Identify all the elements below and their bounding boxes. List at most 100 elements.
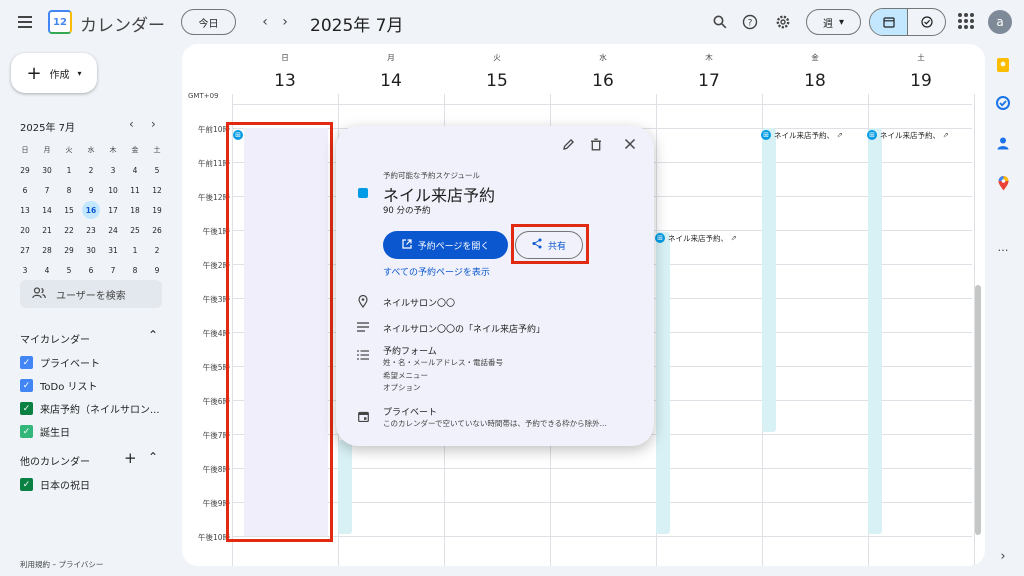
mini-day[interactable]: 2 xyxy=(146,240,168,260)
day-header[interactable]: 日 13 xyxy=(232,52,338,91)
mini-day[interactable]: 7 xyxy=(102,260,124,280)
expand-panel-icon[interactable]: › xyxy=(996,549,1010,564)
account-avatar[interactable]: a xyxy=(988,10,1012,34)
mini-day[interactable]: 13 xyxy=(14,200,36,220)
mini-day[interactable]: 5 xyxy=(58,260,80,280)
mini-day[interactable]: 29 xyxy=(14,160,36,180)
other-calendars-title[interactable]: 他のカレンダー xyxy=(20,453,90,468)
mini-day[interactable]: 1 xyxy=(124,240,146,260)
main-menu-icon[interactable] xyxy=(14,11,36,33)
delete-trash-icon[interactable] xyxy=(590,138,602,155)
create-button[interactable]: + 作成 ▾ xyxy=(11,53,97,93)
appointment-schedule-chip[interactable]: ⊞ネイル来店予約、⬀ xyxy=(761,128,859,142)
more-options-icon[interactable]: … xyxy=(996,240,1010,254)
calendar-list-item[interactable]: ✓ 来店予約（ネイルサロン... xyxy=(20,401,160,416)
apps-grid-icon[interactable] xyxy=(958,13,974,29)
search-icon[interactable] xyxy=(710,12,730,32)
mini-day[interactable]: 5 xyxy=(146,160,168,180)
calendar-tasks-toggle[interactable] xyxy=(869,8,946,36)
calendar-logo[interactable]: 12 xyxy=(48,10,72,34)
chevron-up-icon[interactable]: ⌃ xyxy=(148,450,158,464)
all-booking-pages-link[interactable]: すべての予約ページを表示 xyxy=(383,265,490,278)
mini-next-month-button[interactable]: › xyxy=(151,117,156,131)
mini-day[interactable]: 8 xyxy=(58,180,80,200)
mini-day[interactable]: 30 xyxy=(36,160,58,180)
mini-day[interactable]: 20 xyxy=(14,220,36,240)
mini-day[interactable]: 1 xyxy=(58,160,80,180)
settings-gear-icon[interactable] xyxy=(773,12,793,32)
mini-day[interactable]: 19 xyxy=(146,200,168,220)
checkbox-checked-icon[interactable]: ✓ xyxy=(20,379,33,392)
mini-day[interactable]: 29 xyxy=(58,240,80,260)
day-header[interactable]: 火 15 xyxy=(444,52,550,91)
calendar-list-item[interactable]: ✓ ToDo リスト xyxy=(20,378,98,393)
day-number[interactable]: 14 xyxy=(338,71,444,91)
mini-day[interactable]: 14 xyxy=(36,200,58,220)
day-number[interactable]: 18 xyxy=(762,71,868,91)
day-number[interactable]: 17 xyxy=(656,71,762,91)
appointment-schedule-chip[interactable]: ⊞ネイル来店予約、⬀ xyxy=(867,128,967,142)
day-header[interactable]: 土 19 xyxy=(868,52,974,91)
bookable-slot-band[interactable] xyxy=(656,232,670,534)
view-selector[interactable]: 週 ▾ xyxy=(806,9,861,35)
mini-day[interactable]: 25 xyxy=(124,220,146,240)
appointment-schedule-chip[interactable]: ⊞ネイル来店予約、⬀ xyxy=(655,231,753,245)
today-button[interactable]: 今日 xyxy=(181,9,236,35)
open-booking-page-button[interactable]: 予約ページを開く xyxy=(383,231,508,259)
people-search-button[interactable]: ユーザーを検索 xyxy=(20,280,162,308)
mini-day[interactable]: 3 xyxy=(102,160,124,180)
keep-notes-icon[interactable] xyxy=(996,58,1010,72)
checkbox-checked-icon[interactable]: ✓ xyxy=(20,425,33,438)
mini-day[interactable]: 16 xyxy=(82,201,100,219)
mini-day[interactable]: 11 xyxy=(124,180,146,200)
help-icon[interactable]: ? xyxy=(740,12,760,32)
terms-privacy-links[interactable]: 利用規約 – プライバシー xyxy=(20,559,103,570)
contacts-icon[interactable] xyxy=(996,136,1010,150)
mini-day[interactable]: 24 xyxy=(102,220,124,240)
vertical-scrollbar[interactable] xyxy=(975,285,981,535)
mini-day[interactable]: 9 xyxy=(146,260,168,280)
prev-week-button[interactable]: ‹ xyxy=(256,12,274,32)
mini-day[interactable]: 22 xyxy=(58,220,80,240)
day-header[interactable]: 木 17 xyxy=(656,52,762,91)
tasks-icon[interactable] xyxy=(996,96,1010,110)
mini-day[interactable]: 28 xyxy=(36,240,58,260)
bookable-slot-band[interactable] xyxy=(762,128,776,432)
bookable-slot-band[interactable] xyxy=(868,128,882,534)
edit-pencil-icon[interactable] xyxy=(562,138,575,155)
mini-day[interactable]: 23 xyxy=(80,220,102,240)
bookable-slot-band[interactable] xyxy=(338,440,352,534)
mini-day[interactable]: 31 xyxy=(102,240,124,260)
next-week-button[interactable]: › xyxy=(276,12,294,32)
mini-day[interactable]: 9 xyxy=(80,180,102,200)
day-number[interactable]: 13 xyxy=(232,71,338,91)
calendar-view-icon[interactable] xyxy=(870,9,908,35)
mini-day[interactable]: 15 xyxy=(58,200,80,220)
mini-day[interactable]: 3 xyxy=(14,260,36,280)
mini-day[interactable]: 30 xyxy=(80,240,102,260)
add-calendar-icon[interactable]: + xyxy=(124,449,137,467)
mini-day[interactable]: 21 xyxy=(36,220,58,240)
checkbox-checked-icon[interactable]: ✓ xyxy=(20,478,33,491)
day-number[interactable]: 16 xyxy=(550,71,656,91)
mini-day[interactable]: 4 xyxy=(36,260,58,280)
day-number[interactable]: 15 xyxy=(444,71,550,91)
checkbox-checked-icon[interactable]: ✓ xyxy=(20,356,33,369)
tasks-view-icon[interactable] xyxy=(908,9,945,35)
mini-day[interactable]: 26 xyxy=(146,220,168,240)
close-icon[interactable] xyxy=(624,138,636,154)
mini-day[interactable]: 8 xyxy=(124,260,146,280)
mini-day[interactable]: 4 xyxy=(124,160,146,180)
mini-day[interactable]: 7 xyxy=(36,180,58,200)
calendar-list-item[interactable]: ✓ 日本の祝日 xyxy=(20,477,90,492)
day-header[interactable]: 月 14 xyxy=(338,52,444,91)
calendar-list-item[interactable]: ✓ 誕生日 xyxy=(20,424,70,439)
mini-day[interactable]: 10 xyxy=(102,180,124,200)
mini-day[interactable]: 18 xyxy=(124,200,146,220)
mini-day[interactable]: 17 xyxy=(102,200,124,220)
chevron-up-icon[interactable]: ⌃ xyxy=(148,328,158,342)
my-calendars-title[interactable]: マイカレンダー xyxy=(20,331,90,346)
day-header[interactable]: 水 16 xyxy=(550,52,656,91)
checkbox-checked-icon[interactable]: ✓ xyxy=(20,402,33,415)
mini-prev-month-button[interactable]: ‹ xyxy=(129,117,134,131)
